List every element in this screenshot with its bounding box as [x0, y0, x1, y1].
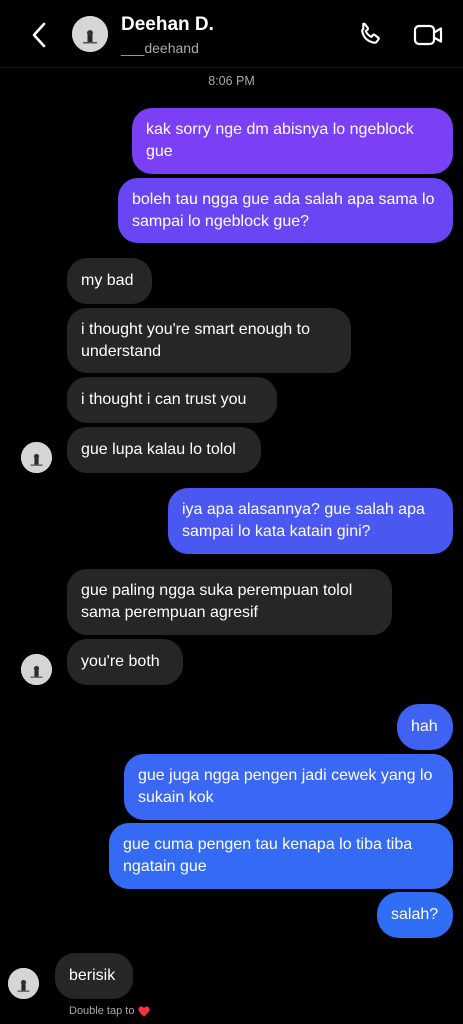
message-bubble-incoming[interactable]: you're both — [67, 639, 183, 685]
contact-name[interactable]: Deehan D. — [121, 14, 214, 36]
message-text: gue cuma pengen tau kenapa lo tiba tiba … — [123, 836, 413, 875]
message-bubble-outgoing[interactable]: hah — [397, 704, 453, 750]
hint-text: Double tap to — [69, 1005, 135, 1017]
message-text: gue lupa kalau lo tolol — [81, 441, 236, 458]
message-text: i thought you're smart enough to underst… — [81, 320, 310, 360]
message-bubble-incoming[interactable]: i thought you're smart enough to underst… — [67, 308, 351, 373]
voice-call-button[interactable] — [355, 20, 385, 50]
message-bubble-outgoing[interactable]: kak sorry nge dm abisnya lo ngeblock gue — [132, 108, 453, 174]
contact-username: ___deehand — [121, 40, 199, 56]
message-text: hah — [411, 718, 438, 735]
double-tap-hint: Double tap to — [69, 1005, 150, 1017]
back-button[interactable] — [24, 18, 54, 52]
phone-icon — [361, 22, 380, 44]
message-text: boleh tau ngga gue ada salah apa sama lo… — [132, 190, 435, 230]
message-text: berisik — [69, 967, 116, 984]
message-text: gue juga ngga pengen jadi cewek yang lo … — [138, 767, 433, 806]
message-bubble-outgoing[interactable]: gue juga ngga pengen jadi cewek yang lo … — [124, 754, 453, 820]
chat-header: Deehan D. ___deehand — [0, 0, 463, 68]
message-bubble-incoming[interactable]: berisik — [55, 953, 133, 999]
contact-avatar[interactable] — [72, 16, 108, 52]
sender-avatar[interactable] — [21, 654, 52, 685]
message-bubble-incoming[interactable]: gue lupa kalau lo tolol — [67, 427, 261, 473]
message-bubble-outgoing[interactable]: boleh tau ngga gue ada salah apa sama lo… — [118, 178, 453, 243]
video-call-button[interactable] — [412, 20, 444, 50]
message-text: iya apa alasannya? gue salah apa sampai … — [182, 501, 425, 540]
sender-avatar[interactable] — [8, 968, 39, 999]
video-camera-icon — [413, 24, 443, 46]
message-bubble-incoming[interactable]: my bad — [67, 258, 152, 304]
message-text: gue paling ngga suka perempuan tolol sam… — [81, 582, 353, 621]
chevron-left-icon — [32, 22, 46, 48]
message-text: i thought i can trust you — [81, 391, 247, 408]
message-bubble-outgoing[interactable]: iya apa alasannya? gue salah apa sampai … — [168, 488, 453, 554]
message-timestamp: 8:06 PM — [208, 74, 255, 88]
sender-avatar[interactable] — [21, 442, 52, 473]
message-text: you're both — [81, 653, 160, 670]
message-bubble-incoming[interactable]: gue paling ngga suka perempuan tolol sam… — [67, 569, 392, 635]
message-text: my bad — [81, 272, 134, 289]
heart-icon — [138, 1006, 150, 1016]
message-text: salah? — [391, 906, 439, 923]
message-bubble-outgoing[interactable]: gue cuma pengen tau kenapa lo tiba tiba … — [109, 823, 453, 889]
message-text: kak sorry nge dm abisnya lo ngeblock gue — [146, 121, 414, 160]
message-bubble-outgoing[interactable]: salah? — [377, 892, 453, 938]
message-bubble-incoming[interactable]: i thought i can trust you — [67, 377, 277, 423]
